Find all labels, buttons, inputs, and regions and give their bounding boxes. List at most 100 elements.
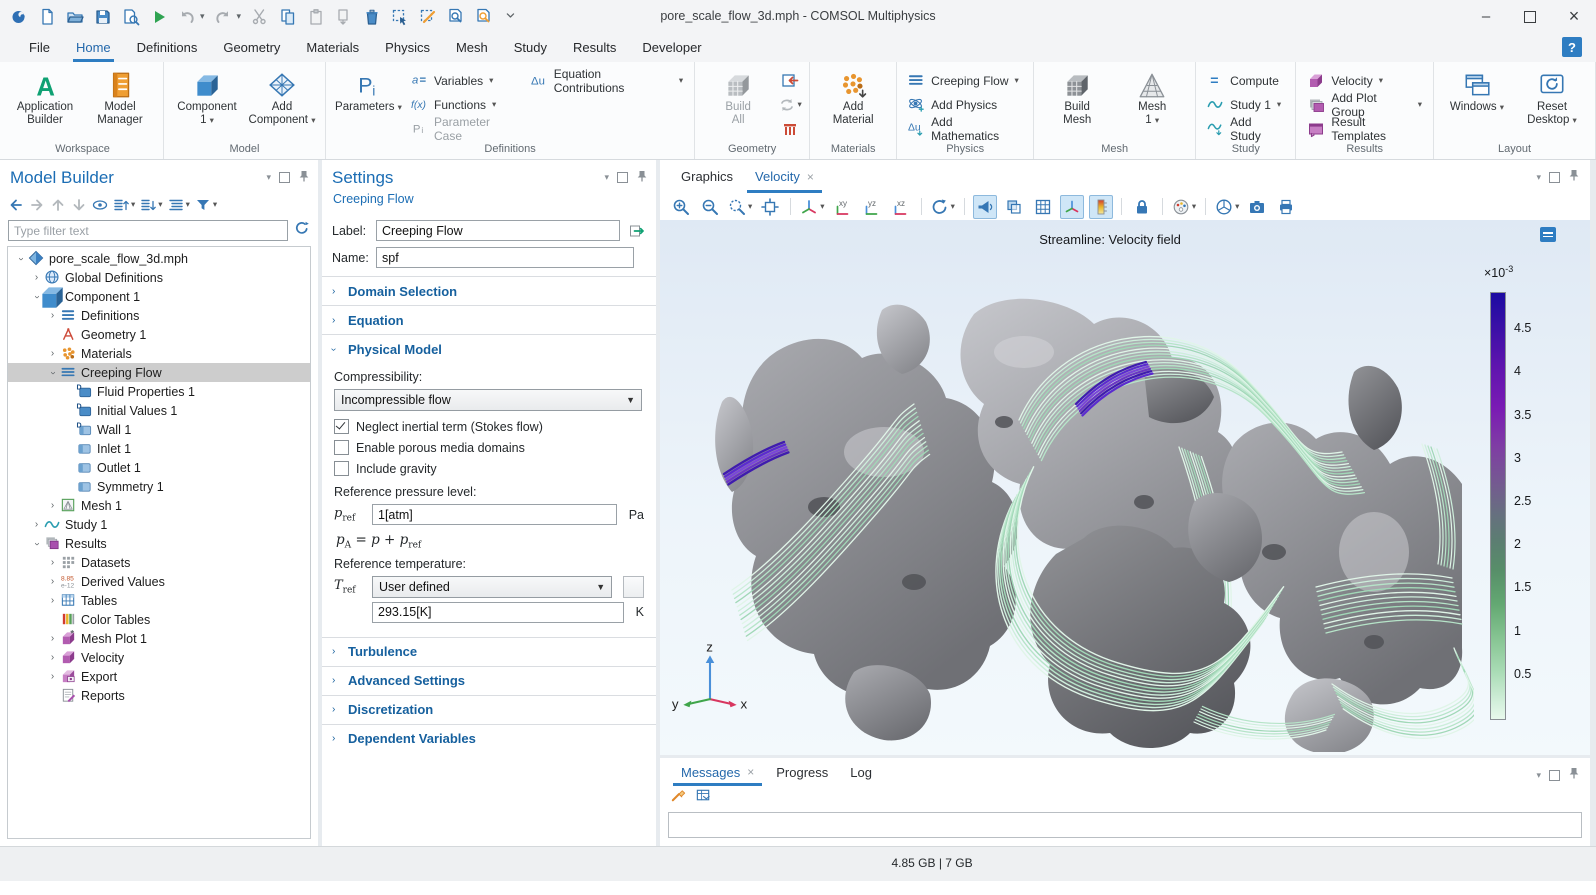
ribbon-functions-button[interactable]: f(x)Functions▾	[407, 93, 524, 116]
label-field[interactable]	[376, 220, 620, 241]
zoom-out-button[interactable]	[698, 195, 722, 219]
graphics-tab-graphics[interactable]: Graphics	[670, 160, 744, 193]
tree-node-export[interactable]: ›Export	[8, 667, 310, 686]
panel-pin-icon[interactable]	[1568, 766, 1580, 784]
view-xz-button[interactable]: xz	[889, 195, 913, 219]
ribbon-variables-button[interactable]: a=Variables▾	[407, 69, 524, 92]
axis-orientation-button[interactable]	[1060, 195, 1084, 219]
rename-icon[interactable]	[627, 221, 646, 241]
zoom-extents-button[interactable]	[758, 195, 782, 219]
back-button[interactable]	[8, 197, 24, 213]
menu-tab-geometry[interactable]: Geometry	[210, 33, 293, 62]
image-snapshot-button[interactable]	[1245, 195, 1269, 219]
name-field[interactable]	[376, 247, 634, 268]
tree-node-geometry-1[interactable]: Geometry 1	[8, 325, 310, 344]
graphics-tab-velocity[interactable]: Velocity×	[744, 160, 825, 193]
ribbon-equation-contributions-button[interactable]: ΔuEquation Contributions▾	[527, 69, 687, 92]
zoom-box-button[interactable]: ▾	[727, 195, 753, 219]
tree-node-pore-scale-flow-3d-mph[interactable]: ›pore_scale_flow_3d.mph	[8, 249, 310, 268]
menu-tab-home[interactable]: Home	[63, 33, 124, 62]
duplicate-icon[interactable]	[334, 7, 353, 26]
collapse-list-button[interactable]: ▾	[140, 197, 162, 213]
lock-button[interactable]	[1130, 195, 1154, 219]
show-grid-button[interactable]	[1031, 195, 1055, 219]
rotate-button[interactable]: ▾	[930, 195, 956, 219]
refresh-icon[interactable]	[294, 220, 310, 241]
panel-float-icon[interactable]	[1549, 172, 1560, 183]
tree-node-mesh-1[interactable]: ›Mesh 1	[8, 496, 310, 515]
clear-messages-button[interactable]	[670, 787, 687, 809]
save-icon[interactable]	[93, 7, 112, 26]
copy-icon[interactable]	[278, 7, 297, 26]
tree-expander[interactable]: ›	[46, 368, 59, 378]
ribbon-model-manager-button[interactable]: ModelManager	[84, 66, 156, 142]
tree-node-derived-values[interactable]: ›8.85e-12Derived Values	[8, 572, 310, 591]
section-header-dependent-variables[interactable]: ›Dependent Variables	[322, 724, 656, 753]
section-header-physical-model[interactable]: ›Physical Model	[322, 334, 656, 363]
tree-expander[interactable]: ›	[46, 653, 59, 663]
ribbon-add-component-button[interactable]: AddComponent ▾	[246, 66, 318, 142]
panel-pin-icon[interactable]	[1568, 168, 1580, 186]
tree-node-fluid-properties-1[interactable]: DFluid Properties 1	[8, 382, 310, 401]
ribbon-build-all-button[interactable]: BuildAll	[702, 66, 774, 142]
section-header-equation[interactable]: ›Equation	[322, 305, 656, 334]
menu-tab-physics[interactable]: Physics	[372, 33, 443, 62]
tree-node-initial-values-1[interactable]: DInitial Values 1	[8, 401, 310, 420]
undo-dropdown-icon[interactable]: ▾	[200, 11, 205, 22]
paste-icon[interactable]	[306, 7, 325, 26]
print-button[interactable]	[1274, 195, 1298, 219]
messages-tab-messages[interactable]: Messages×	[670, 758, 765, 786]
minimize-button[interactable]: –	[1464, 0, 1508, 33]
section-header-turbulence[interactable]: ›Turbulence	[322, 637, 656, 666]
ribbon-add-material-button[interactable]: AddMaterial	[817, 66, 889, 142]
move-up-button[interactable]	[50, 197, 66, 213]
tree-node-mesh-plot-1[interactable]: ›*Mesh Plot 1	[8, 629, 310, 648]
panel-float-icon[interactable]	[617, 172, 628, 183]
ribbon-add-mathematics-button[interactable]: ΔuAdd Mathematics	[904, 117, 1026, 140]
tree-node-tables[interactable]: ›Tables	[8, 591, 310, 610]
ref-temperature-input[interactable]	[372, 602, 624, 623]
tree-node-inlet-1[interactable]: Inlet 1	[8, 439, 310, 458]
save-as-icon[interactable]	[121, 7, 140, 26]
group-list-button[interactable]: ▾	[168, 197, 190, 213]
section-header-discretization[interactable]: ›Discretization	[322, 695, 656, 724]
open-icon[interactable]	[65, 7, 84, 26]
menu-tab-study[interactable]: Study	[501, 33, 560, 62]
ribbon-reset-desktop-button[interactable]: ResetDesktop ▾	[1516, 66, 1588, 142]
undo-icon[interactable]	[177, 7, 196, 26]
tree-node-velocity[interactable]: ›Velocity	[8, 648, 310, 667]
tree-expander[interactable]: ›	[46, 577, 59, 587]
tree-node-materials[interactable]: ›Materials	[8, 344, 310, 363]
tree-node-datasets[interactable]: ›Datasets	[8, 553, 310, 572]
menu-tab-materials[interactable]: Materials	[293, 33, 372, 62]
tree-expander[interactable]: ›	[46, 634, 59, 644]
ribbon-result-templates-button[interactable]: Result Templates	[1303, 117, 1426, 140]
move-down-button[interactable]	[71, 197, 87, 213]
tree-node-color-tables[interactable]: Color Tables	[8, 610, 310, 629]
panel-float-icon[interactable]	[1549, 770, 1560, 781]
ribbon-import-sequence-button[interactable]	[777, 69, 802, 92]
expand-list-button[interactable]: ▾	[113, 197, 135, 213]
redo-dropdown-icon[interactable]: ▾	[237, 11, 242, 22]
tree-expander[interactable]: ›	[46, 311, 59, 321]
panel-pin-icon[interactable]	[298, 169, 310, 187]
tree-expander[interactable]: ›	[30, 539, 43, 549]
ribbon-parameters-button[interactable]: PiParameters ▾	[333, 66, 404, 142]
ribbon-app-builder-button[interactable]: AApplicationBuilder	[9, 66, 81, 142]
ribbon-compute-button[interactable]: =Compute	[1203, 69, 1288, 92]
tree-expander[interactable]: ›	[14, 254, 27, 264]
ribbon-parameter-case-button[interactable]: PiParameter Case	[407, 117, 524, 140]
ribbon-study-1-button[interactable]: Study 1▾	[1203, 93, 1288, 116]
tree-expander[interactable]: ›	[46, 558, 59, 568]
scene-light-button[interactable]	[973, 195, 997, 219]
filter-button[interactable]: ▾	[195, 197, 217, 213]
ribbon-windows-button[interactable]: Windows ▾	[1441, 66, 1513, 142]
maximize-button[interactable]	[1508, 0, 1552, 33]
compressibility-select[interactable]: Incompressible flow▼	[334, 389, 642, 411]
color-palette-button[interactable]: ▾	[1171, 195, 1197, 219]
view-yz-button[interactable]: yz	[860, 195, 884, 219]
redo-icon[interactable]	[214, 7, 233, 26]
open-in-table-button[interactable]	[695, 787, 712, 809]
close-tab-icon[interactable]: ×	[747, 765, 754, 779]
ribbon-component-button[interactable]: Component1 ▾	[171, 66, 243, 142]
